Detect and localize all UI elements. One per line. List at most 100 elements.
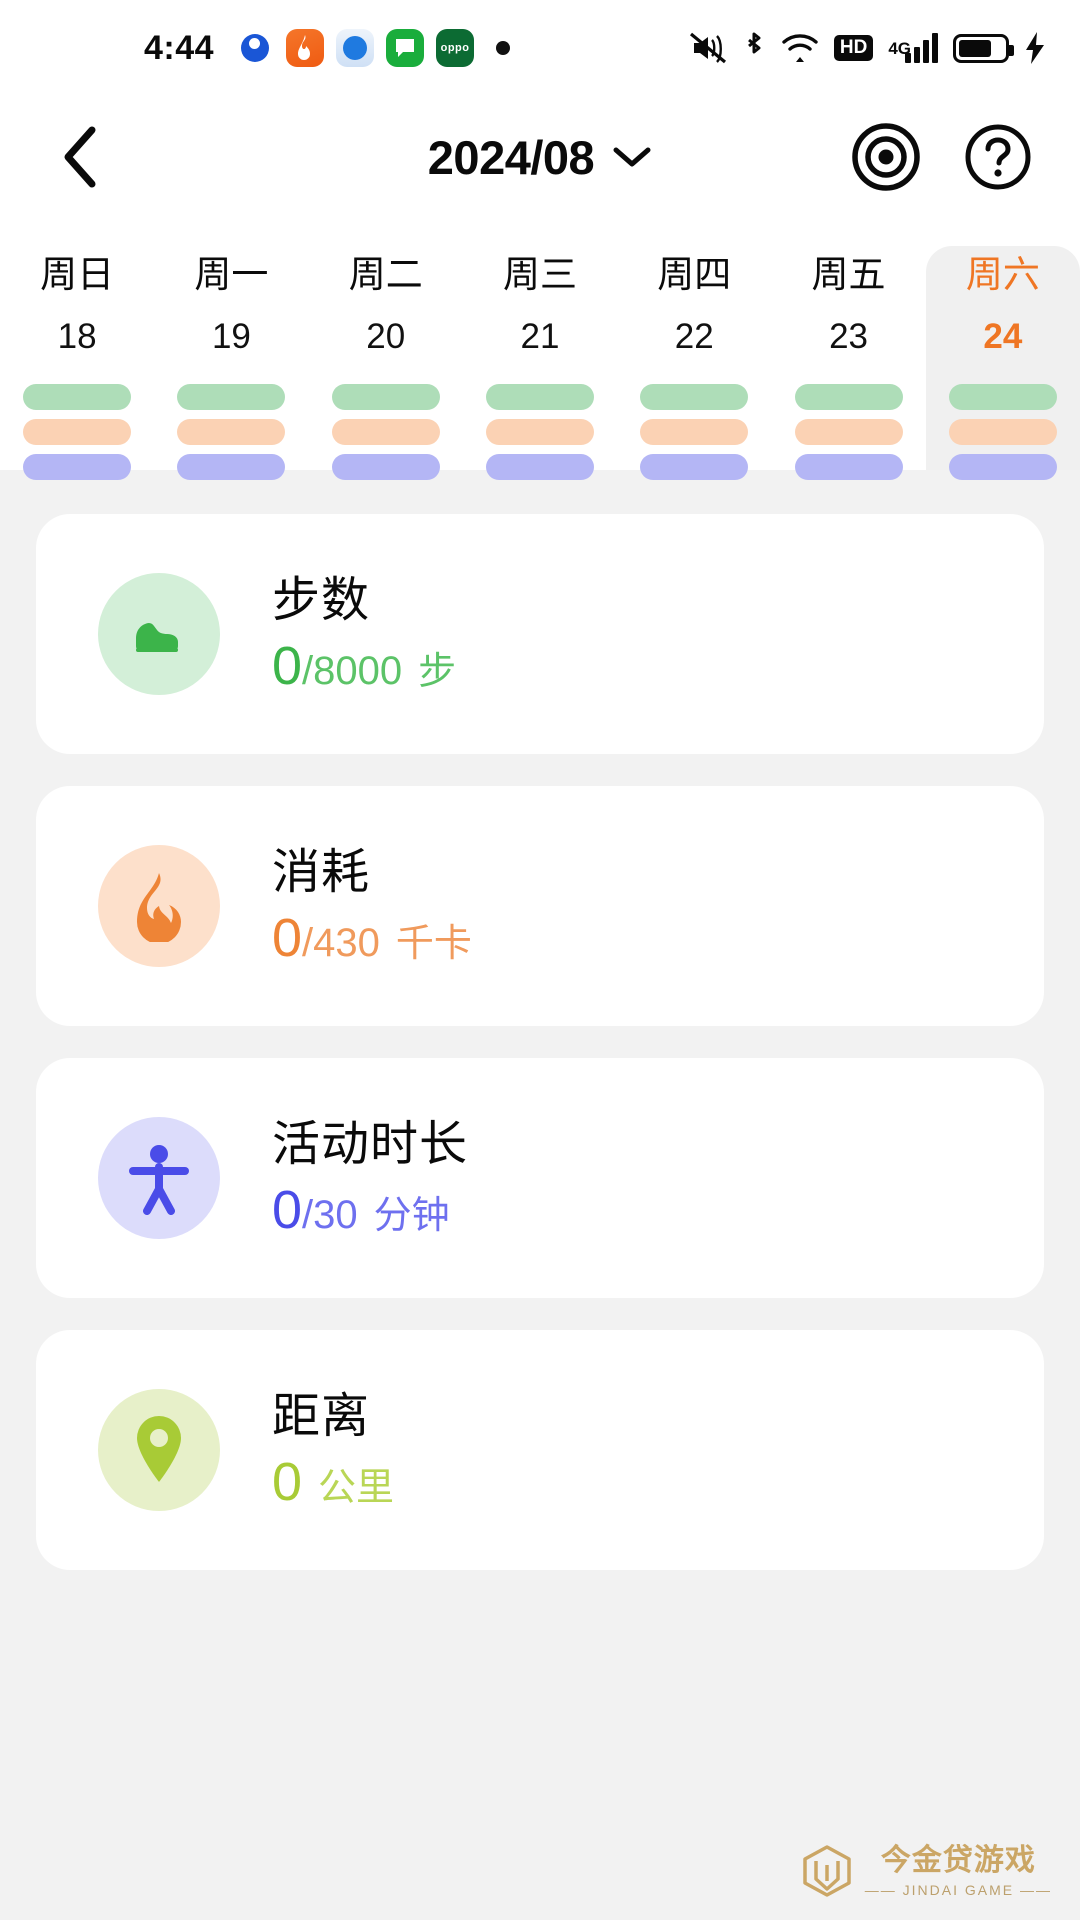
calories-bar: [794, 419, 903, 445]
metric-unit: 公里: [318, 1467, 395, 1510]
calories-bar: [640, 419, 749, 445]
distance-icon-badge: [98, 1389, 220, 1511]
day-progress-bars: [794, 384, 903, 480]
metric-current-value: 0: [272, 1180, 303, 1241]
activity-bar: [948, 454, 1057, 480]
shoe-icon: [136, 622, 178, 652]
watermark-title: 今金贷游戏: [880, 1844, 1036, 1878]
week-day-number: 23: [829, 317, 869, 356]
week-day-4[interactable]: 周四 22: [617, 246, 771, 480]
week-day-label: 周二: [348, 254, 423, 295]
jindai-logo-icon: [803, 1845, 851, 1897]
activity-bar: [794, 454, 903, 480]
metric-goal-value: /430: [302, 921, 380, 966]
calories-icon-badge: [98, 845, 220, 967]
steps-icon-badge: [98, 573, 220, 695]
question-mark-icon: [965, 124, 1031, 190]
status-bar-clock: 4:44: [144, 28, 215, 67]
metric-card-list: 步数 0 /8000 步 消耗 0 /430 千卡 活动时长 0 /30 分钟 …: [0, 470, 1080, 1570]
week-day-6-selected[interactable]: 周六 24: [925, 246, 1080, 480]
steps-bar: [794, 384, 903, 410]
metric-card-steps[interactable]: 步数 0 /8000 步: [36, 514, 1044, 754]
metric-unit: 分钟: [373, 1195, 450, 1238]
metric-card-calories[interactable]: 消耗 0 /430 千卡: [36, 786, 1044, 1026]
day-progress-bars: [485, 384, 594, 480]
week-day-0[interactable]: 周日 18: [0, 246, 154, 480]
message-app-icon: [386, 29, 425, 67]
week-day-label: 周一: [194, 254, 269, 295]
calories-bar: [23, 419, 132, 445]
activity-bar: [23, 454, 132, 480]
activity-bar: [485, 454, 594, 480]
metric-current-value: 0: [272, 908, 303, 969]
week-day-label: 周五: [811, 254, 886, 295]
metric-card-active-duration[interactable]: 活动时长 0 /30 分钟: [36, 1058, 1044, 1298]
flame-icon: [137, 873, 181, 942]
metric-title: 步数: [272, 573, 371, 627]
oppo-app-icon: oppo: [436, 29, 475, 67]
metric-unit: 千卡: [395, 923, 472, 966]
wifi-icon: [782, 34, 818, 62]
metric-value-row: 0 /30 分钟: [272, 1183, 468, 1237]
metric-card-distance[interactable]: 距离 0 公里: [36, 1330, 1044, 1570]
watermark-subtitle: —— JINDAI GAME ——: [864, 1881, 1052, 1898]
week-day-number: 24: [983, 317, 1023, 356]
week-day-number: 22: [674, 317, 714, 356]
back-button[interactable]: [46, 122, 116, 192]
week-day-selector[interactable]: 周日 18 周一 19 周二 20 周三 21 周四 22 周五 23 周六 2…: [0, 218, 1080, 480]
metric-goal-value: /8000: [302, 649, 403, 694]
week-day-number: 21: [520, 317, 560, 356]
metric-unit: 步: [418, 651, 457, 694]
mute-icon: [689, 32, 726, 64]
app-header: 2024/08: [0, 96, 1080, 218]
week-day-2[interactable]: 周二 20: [309, 246, 463, 480]
day-progress-bars: [948, 384, 1057, 480]
goal-target-button[interactable]: [850, 121, 922, 193]
metric-title: 消耗: [272, 845, 371, 899]
week-day-label: 周四: [657, 254, 732, 295]
week-day-label: 周六: [965, 254, 1040, 295]
week-day-number: 18: [57, 317, 97, 356]
steps-bar: [948, 384, 1057, 410]
metric-title: 距离: [272, 1389, 371, 1443]
activity-bar: [177, 454, 286, 480]
week-day-1[interactable]: 周一 19: [154, 246, 308, 480]
day-progress-bars: [23, 384, 132, 480]
day-progress-bars: [640, 384, 749, 480]
bluetooth-icon: [747, 32, 761, 54]
day-progress-bars: [331, 384, 440, 480]
status-bar-app-icons: oppo: [236, 29, 475, 67]
week-day-number: 20: [366, 317, 406, 356]
metric-goal-value: /30: [302, 1193, 358, 1238]
metric-title: 活动时长: [272, 1117, 469, 1171]
steps-bar: [177, 384, 286, 410]
help-button[interactable]: [962, 121, 1034, 193]
status-bar: 4:44 oppo HD 4G: [0, 0, 1080, 96]
calories-bar: [485, 419, 594, 445]
week-day-label: 周三: [502, 254, 577, 295]
calories-bar: [177, 419, 286, 445]
chevron-left-icon: [64, 126, 96, 188]
metric-value-row: 0 /430 千卡: [272, 911, 472, 965]
activity-icon-badge: [98, 1117, 220, 1239]
browser-icon: [236, 29, 275, 67]
status-bar-system-icons: HD 4G: [689, 31, 1046, 65]
watermark: 今金贷游戏 —— JINDAI GAME ——: [801, 1844, 1052, 1898]
metric-current-value: 0: [272, 636, 303, 697]
steps-bar: [331, 384, 440, 410]
blue-app-icon: [336, 29, 375, 67]
steps-bar: [23, 384, 132, 410]
week-day-3[interactable]: 周三 21: [463, 246, 617, 480]
week-day-number: 19: [211, 317, 251, 356]
week-day-5[interactable]: 周五 23: [771, 246, 925, 480]
day-progress-bars: [177, 384, 286, 480]
battery-icon: [953, 33, 1014, 63]
activity-bar: [331, 454, 440, 480]
steps-bar: [485, 384, 594, 410]
metric-current-value: 0: [272, 1452, 303, 1513]
chevron-down-icon[interactable]: [612, 145, 652, 169]
steps-bar: [640, 384, 749, 410]
fire-app-icon: [286, 29, 325, 67]
calories-bar: [948, 419, 1057, 445]
activity-bar: [640, 454, 749, 480]
